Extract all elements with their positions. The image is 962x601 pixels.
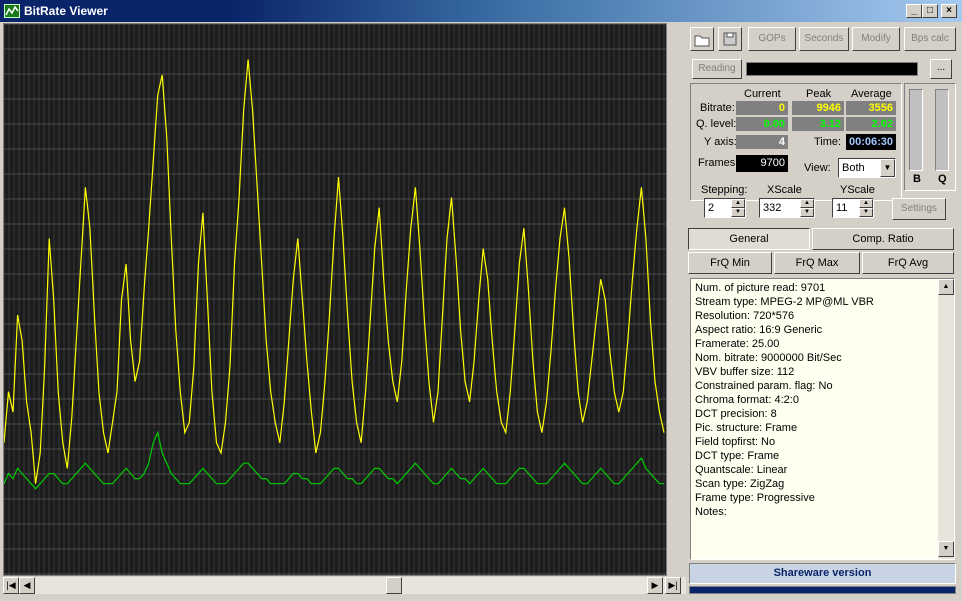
xscale-input[interactable]: 332 ▲ ▼ xyxy=(759,198,815,218)
view-select[interactable]: Both ▼ xyxy=(838,158,896,178)
q-meter-label: Q xyxy=(938,173,947,185)
xscale-spinner[interactable]: ▲ ▼ xyxy=(800,199,814,217)
yscale-input[interactable]: 11 ▲ ▼ xyxy=(832,198,874,218)
view-select-value: Both xyxy=(842,162,865,174)
control-panel: GOPs Seconds Modify Bps calc Reading ...… xyxy=(688,23,959,598)
stepping-value: 2 xyxy=(708,202,715,214)
info-line: Framerate: 25.00 xyxy=(695,338,780,350)
qlevel-average: 2.02 xyxy=(846,117,896,131)
info-line: Scan type: ZigZag xyxy=(695,478,785,490)
scroll-last-button[interactable]: ▶| xyxy=(665,577,681,594)
window-title: BitRate Viewer xyxy=(24,4,108,18)
chevron-down-icon[interactable]: ▼ xyxy=(880,159,895,177)
reading-progress xyxy=(746,62,918,76)
info-line: Quantscale: Linear xyxy=(695,464,788,476)
time-value: 00:06:30 xyxy=(846,134,896,150)
tab-frq-max[interactable]: FrQ Max xyxy=(774,252,860,274)
info-line: Stream type: MPEG-2 MP@ML VBR xyxy=(695,296,874,308)
time-label: Time: xyxy=(814,136,842,148)
yaxis-value: 4 xyxy=(736,135,788,149)
yscale-spinner[interactable]: ▲ ▼ xyxy=(859,199,873,217)
qlevel-current: 0.00 xyxy=(736,117,788,131)
app-icon xyxy=(4,4,20,18)
info-line: Constrained param. flag: No xyxy=(695,380,833,392)
q-meter xyxy=(935,89,949,171)
folder-icon xyxy=(694,35,710,47)
view-label: View: xyxy=(804,162,831,174)
yscale-label: YScale xyxy=(840,184,875,196)
stepping-spinner[interactable]: ▲ ▼ xyxy=(731,199,745,217)
shareware-banner: Shareware version xyxy=(689,563,956,584)
open-file-button[interactable] xyxy=(690,27,714,51)
bps-calc-button[interactable]: Bps calc xyxy=(904,27,956,51)
tab-frq-avg[interactable]: FrQ Avg xyxy=(862,252,954,274)
save-button[interactable] xyxy=(718,27,742,51)
scroll-right-button[interactable]: ▶ xyxy=(647,577,663,594)
info-line: Resolution: 720*576 xyxy=(695,310,795,322)
floppy-disk-icon xyxy=(723,32,737,46)
info-line: Chroma format: 4:2:0 xyxy=(695,394,799,406)
scroll-thumb[interactable] xyxy=(386,577,402,594)
xscale-value: 332 xyxy=(763,202,782,214)
scroll-first-button[interactable]: |◀ xyxy=(3,577,19,594)
reading-button[interactable]: Reading xyxy=(692,59,742,79)
bitrate-chart xyxy=(3,23,667,576)
b-meter xyxy=(909,89,923,171)
info-lines: Num. of picture read: 9701 Stream type: M… xyxy=(691,279,954,519)
status-progress-bar xyxy=(689,586,956,594)
horizontal-scrollbar[interactable]: |◀ ◀ ▶ ▶| xyxy=(3,577,686,594)
bitrate-current: 0 xyxy=(736,101,788,115)
stepping-label: Stepping: xyxy=(701,184,748,196)
col-peak-header: Peak xyxy=(806,88,832,100)
info-line: Notes: xyxy=(695,506,727,518)
minimize-button[interactable]: _ xyxy=(906,4,922,18)
browse-button[interactable]: ... xyxy=(930,59,952,79)
info-line: Num. of picture read: 9701 xyxy=(695,282,826,294)
qlevel-peak: 3.12 xyxy=(792,117,844,131)
info-vertical-scrollbar[interactable]: ▲ ▼ xyxy=(938,279,954,559)
chart-plot xyxy=(4,24,666,575)
settings-button[interactable]: Settings xyxy=(892,198,946,220)
meter-group: B Q xyxy=(904,83,956,191)
scroll-down-button[interactable]: ▼ xyxy=(938,541,954,557)
info-line: Aspect ratio: 16:9 Generic xyxy=(695,324,823,336)
b-meter-label: B xyxy=(913,173,921,185)
info-line: Field topfirst: No xyxy=(695,436,776,448)
xscale-label: XScale xyxy=(767,184,802,196)
bitrate-average: 3556 xyxy=(846,101,896,115)
info-line: VBV buffer size: 112 xyxy=(695,366,795,378)
tab-general[interactable]: General xyxy=(688,228,810,250)
stepping-input[interactable]: 2 ▲ ▼ xyxy=(704,198,746,218)
bitrate-peak: 9946 xyxy=(792,101,844,115)
yscale-value: 11 xyxy=(836,202,848,214)
qlevel-label: Q. level: xyxy=(696,118,737,130)
tab-comp-ratio[interactable]: Comp. Ratio xyxy=(812,228,954,250)
yaxis-label: Y axis: xyxy=(704,136,737,148)
scroll-up-button[interactable]: ▲ xyxy=(938,279,954,295)
info-line: Nom. bitrate: 9000000 Bit/Sec xyxy=(695,352,842,364)
tab-frq-min[interactable]: FrQ Min xyxy=(688,252,772,274)
col-average-header: Average xyxy=(851,88,892,100)
info-line: DCT type: Frame xyxy=(695,450,780,462)
info-line: DCT precision: 8 xyxy=(695,408,777,420)
info-line: Pic. structure: Frame xyxy=(695,422,798,434)
close-button[interactable]: × xyxy=(941,4,957,18)
frames-label: Frames: xyxy=(698,157,739,169)
maximize-button[interactable]: □ xyxy=(922,4,938,18)
gops-button[interactable]: GOPs xyxy=(748,27,796,51)
col-current-header: Current xyxy=(744,88,781,100)
bitrate-label: Bitrate: xyxy=(700,102,735,114)
seconds-button[interactable]: Seconds xyxy=(799,27,849,51)
frames-value: 9700 xyxy=(736,155,788,172)
info-line: Frame type: Progressive xyxy=(695,492,815,504)
stream-info-box[interactable]: Num. of picture read: 9701 Stream type: M… xyxy=(690,278,955,560)
modify-button[interactable]: Modify xyxy=(852,27,900,51)
title-bar: BitRate Viewer _ □ × xyxy=(0,0,962,22)
scroll-left-button[interactable]: ◀ xyxy=(19,577,35,594)
